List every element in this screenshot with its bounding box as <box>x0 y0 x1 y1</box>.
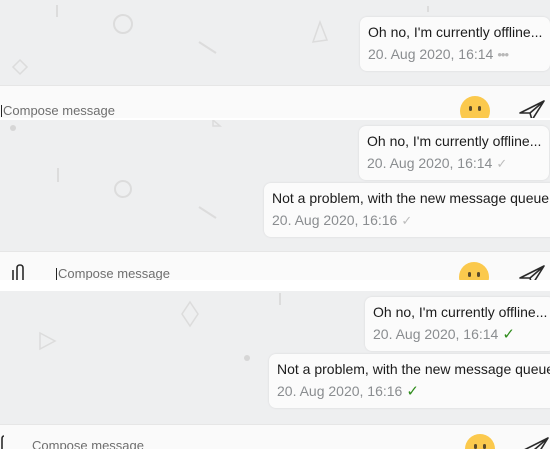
compose-input[interactable]: Compose message <box>58 266 170 280</box>
message-timestamp: 20. Aug 2020, 16:16 <box>272 212 398 228</box>
delivered-check-icon: ✓ <box>406 383 419 400</box>
message-timestamp: 20. Aug 2020, 16:16 <box>277 383 403 399</box>
message-meta: 20. Aug 2020, 16:14 ••• <box>368 44 542 65</box>
compose-bar: Compose message <box>0 85 550 118</box>
compose-input[interactable]: Compose message <box>32 438 144 449</box>
delivered-check-icon: ✓ <box>502 326 515 343</box>
pending-dots-icon: ••• <box>497 47 509 62</box>
paperclip-icon[interactable] <box>0 435 6 449</box>
compose-input[interactable]: Compose message <box>3 103 115 118</box>
compose-bar: Compose message <box>0 251 550 280</box>
message-timestamp: 20. Aug 2020, 16:14 <box>367 155 493 171</box>
text-caret <box>1 105 2 117</box>
text-caret <box>56 268 57 280</box>
paper-plane-icon[interactable] <box>522 435 550 449</box>
smiley-face-icon[interactable] <box>460 96 490 118</box>
message-bubble[interactable]: Oh no, I'm currently offline... 20. Aug … <box>360 17 550 71</box>
message-bubble[interactable]: Not a problem, with the new message queu… <box>264 183 550 237</box>
paperclip-icon[interactable] <box>10 263 28 280</box>
message-meta: 20. Aug 2020, 16:14 ✓ <box>373 324 547 345</box>
message-bubble[interactable]: Oh no, I'm currently offline... 20. Aug … <box>365 297 550 351</box>
paper-plane-icon[interactable] <box>518 98 546 118</box>
chat-panel-delivered: Oh no, I'm currently offline... 20. Aug … <box>0 291 550 449</box>
smiley-face-icon[interactable] <box>465 434 495 449</box>
message-timestamp: 20. Aug 2020, 16:14 <box>373 326 499 342</box>
message-timestamp: 20. Aug 2020, 16:14 <box>368 46 494 62</box>
smiley-face-icon[interactable] <box>459 262 489 280</box>
message-text: Not a problem, with the new message queu… <box>277 361 550 377</box>
message-meta: 20. Aug 2020, 16:16 ✓ <box>272 210 550 231</box>
message-bubble[interactable]: Oh no, I'm currently offline... 20. Aug … <box>359 126 550 180</box>
chat-panel-sent: Oh no, I'm currently offline... 20. Aug … <box>0 120 550 280</box>
sent-check-icon: ✓ <box>401 213 413 228</box>
message-text: Oh no, I'm currently offline... <box>367 133 542 149</box>
sent-check-icon: ✓ <box>496 156 508 171</box>
message-meta: 20. Aug 2020, 16:16 ✓ <box>277 381 550 402</box>
message-bubble[interactable]: Not a problem, with the new message queu… <box>269 354 550 408</box>
chat-panel-pending: Oh no, I'm currently offline... 20. Aug … <box>0 0 550 118</box>
message-text: Oh no, I'm currently offline... <box>368 24 543 40</box>
message-meta: 20. Aug 2020, 16:14 ✓ <box>367 153 541 174</box>
message-text: Oh no, I'm currently offline... <box>373 304 548 320</box>
compose-bar: Compose message <box>0 424 550 449</box>
paper-plane-icon[interactable] <box>518 263 546 280</box>
message-text: Not a problem, with the new message queu… <box>272 190 550 206</box>
